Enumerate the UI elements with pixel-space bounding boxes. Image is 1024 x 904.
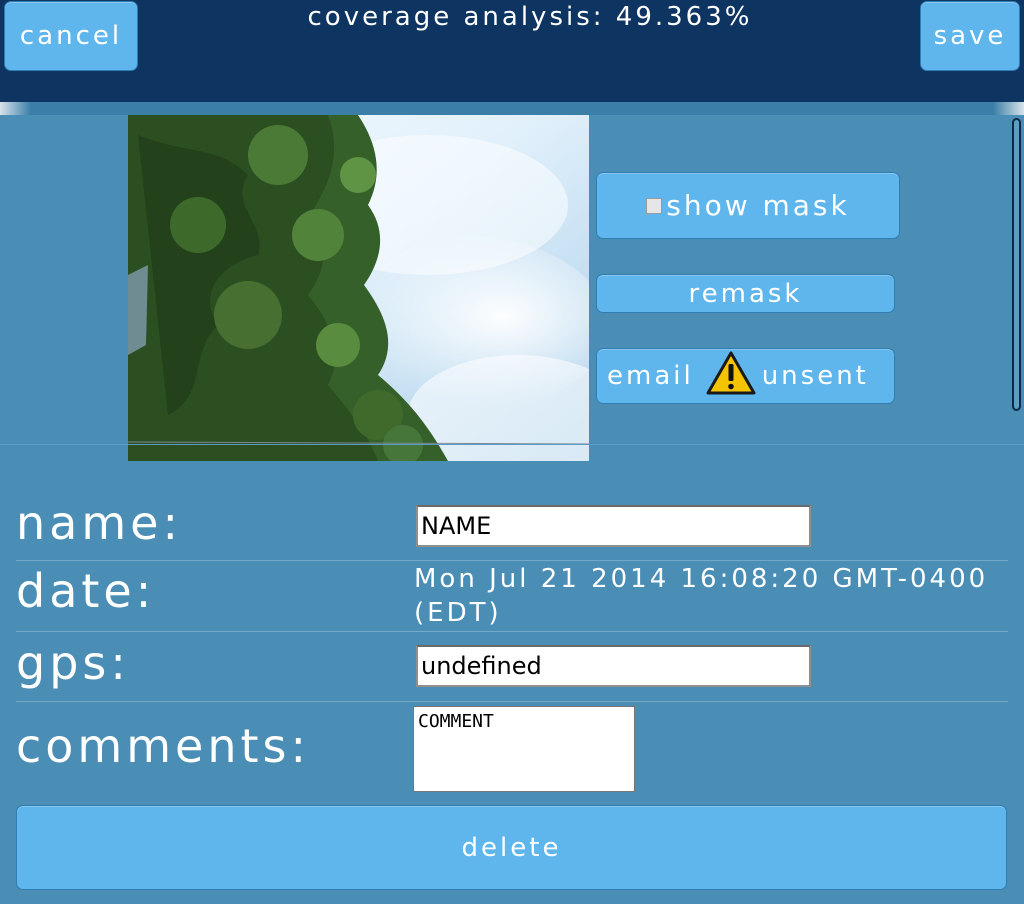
comments-label: comments: <box>16 719 311 773</box>
comments-field[interactable]: COMMENT <box>413 706 635 792</box>
date-value: Mon Jul 21 2014 16:08:20 GMT-0400 (EDT) <box>414 564 989 628</box>
row-divider <box>16 560 1008 561</box>
page-title: coverage analysis: 49.363% <box>307 2 753 32</box>
gps-field[interactable] <box>416 645 811 687</box>
header-divider <box>0 102 1024 115</box>
row-divider <box>16 631 1008 632</box>
remask-button[interactable]: remask <box>596 274 895 313</box>
warning-icon <box>706 351 756 402</box>
sky-photo-image <box>128 115 589 461</box>
scrollbar[interactable] <box>1012 118 1021 411</box>
email-status-label: unsent <box>761 361 869 391</box>
show-mask-checkbox[interactable] <box>646 197 663 214</box>
name-label: name: <box>16 496 182 550</box>
sky-photo <box>128 115 589 461</box>
delete-button[interactable]: delete <box>16 805 1007 890</box>
show-mask-label: show mask <box>666 189 850 222</box>
row-divider <box>16 701 1008 702</box>
header-bar: coverage analysis: 49.363% <box>0 0 1024 104</box>
show-mask-button[interactable]: show mask <box>596 172 900 239</box>
email-label: email <box>607 361 694 391</box>
date-label: date: <box>16 564 156 618</box>
name-field[interactable] <box>416 505 811 547</box>
section-divider <box>0 444 1024 445</box>
save-button[interactable]: save <box>920 1 1020 71</box>
gps-label: gps: <box>16 636 130 690</box>
cancel-button[interactable]: cancel <box>4 1 138 71</box>
email-button[interactable]: email unsent <box>596 348 895 404</box>
